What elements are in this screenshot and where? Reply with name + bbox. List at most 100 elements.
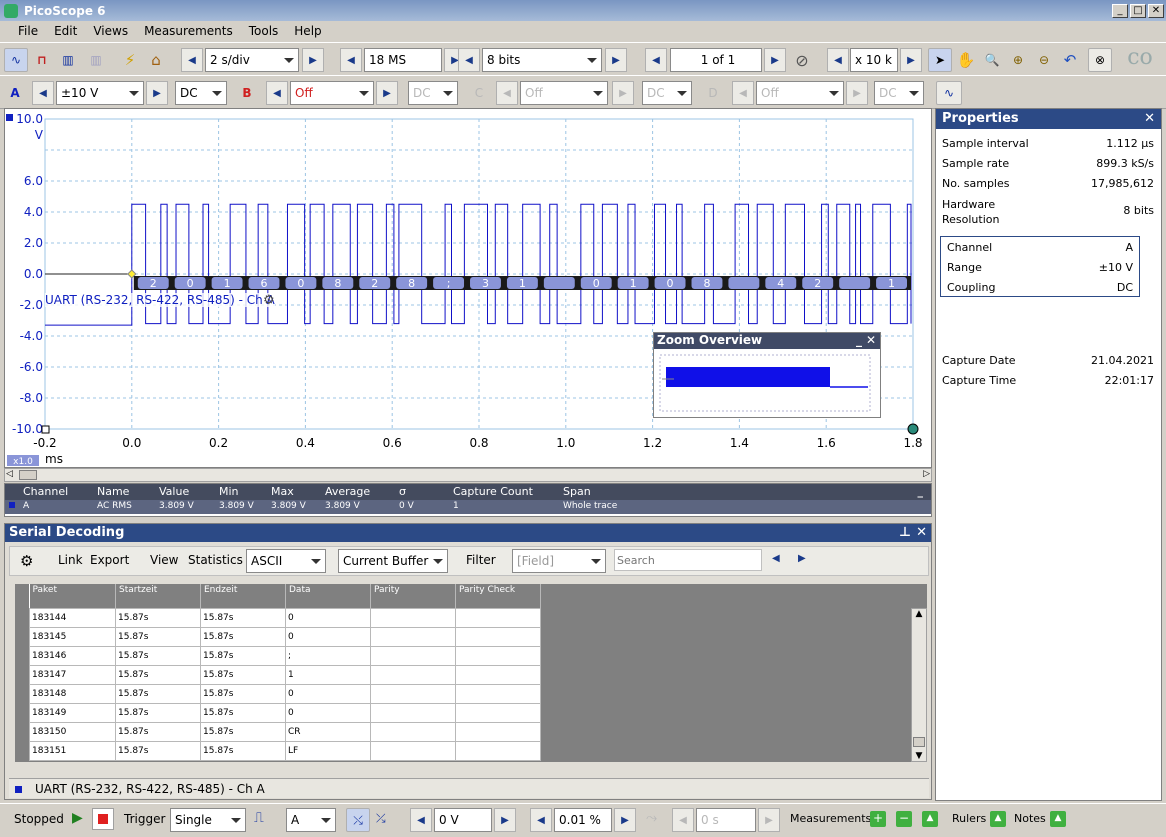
math-channels-icon[interactable]: ∿ <box>936 81 962 105</box>
chb-range-next-button[interactable]: ▶ <box>376 81 398 105</box>
channel-d-label[interactable]: D <box>702 81 724 105</box>
col-endzeit[interactable]: Endzeit <box>200 584 286 608</box>
delay-field[interactable]: 0 s <box>696 808 756 832</box>
pretrigger-next-button[interactable]: ▶ <box>614 808 636 832</box>
zoom-overview-plot[interactable] <box>654 349 880 417</box>
cha-range-select[interactable]: ±10 V <box>56 81 144 105</box>
menu-file[interactable]: File <box>10 24 46 38</box>
measurement-row[interactable]: A AC RMS 3.809 V 3.809 V 3.809 V 3.809 V… <box>5 500 931 514</box>
table-row[interactable]: 183147 15.87s 15.87s 1 <box>29 664 541 685</box>
link-button[interactable]: Link <box>58 553 83 567</box>
table-row[interactable]: 183151 15.87s 15.87s LF <box>29 740 541 761</box>
menu-views[interactable]: Views <box>85 24 136 38</box>
table-row[interactable]: 183146 15.87s 15.87s; <box>29 645 541 666</box>
chc-range-prev-button[interactable]: ◀ <box>496 81 518 105</box>
view-button[interactable]: View <box>150 553 178 567</box>
delay-prev-button[interactable]: ◀ <box>672 808 694 832</box>
zoom-in-icon[interactable]: ⊕ <box>1006 48 1030 72</box>
collapse-icon[interactable]: _ <box>918 485 924 498</box>
timebase-next-button[interactable]: ▶ <box>302 48 324 72</box>
remove-measurement-icon[interactable]: − <box>896 811 912 827</box>
home-icon[interactable]: ⌂ <box>144 48 168 72</box>
trigger-edge-icon[interactable]: ⎍ <box>254 810 264 826</box>
serial-table[interactable]: Paket Startzeit Endzeit Data Parity Pari… <box>15 584 927 762</box>
decoded-byte-box[interactable] <box>728 277 760 289</box>
search-prev-icon[interactable]: ◀ <box>772 553 780 564</box>
zoom-tool-icon[interactable]: 🔍 <box>980 48 1004 72</box>
export-button[interactable]: Export <box>90 553 129 567</box>
chd-coupling-select[interactable]: DC <box>874 81 924 105</box>
maximize-button[interactable]: □ <box>1130 3 1146 18</box>
minimize-icon[interactable]: _ <box>856 333 862 347</box>
close-icon[interactable]: ✕ <box>1144 109 1155 129</box>
scroll-left-icon[interactable]: ◁ <box>6 469 13 479</box>
channel-b-label[interactable]: B <box>236 81 258 105</box>
stop-button[interactable] <box>92 808 114 830</box>
auto-setup-icon[interactable]: ⚡ <box>118 48 142 72</box>
scope-scrollbar[interactable]: ▷ ◁ <box>4 468 932 482</box>
chd-range-select[interactable]: Off <box>756 81 844 105</box>
pin-icon[interactable]: ⊥ <box>899 524 911 542</box>
hand-tool-icon[interactable]: ✋ <box>954 48 978 72</box>
filter-button[interactable]: Filter <box>466 553 496 567</box>
settings-icon[interactable]: ⚙ <box>20 552 33 570</box>
decoder-tab[interactable]: UART (RS-232, RS-422, RS-485) - Ch A <box>9 778 929 798</box>
resolution-prev-button[interactable]: ◀ <box>458 48 480 72</box>
chd-range-prev-button[interactable]: ◀ <box>732 81 754 105</box>
pretrigger-field[interactable]: 0.01 % <box>554 808 612 832</box>
table-row[interactable]: 183149 15.87s 15.87s 0 <box>29 702 541 723</box>
falling-edge-icon[interactable]: ⤰ <box>376 811 386 826</box>
serial-scrollbar[interactable]: ▲ ▼ <box>911 608 927 762</box>
decoded-byte-box[interactable] <box>839 277 871 289</box>
scrollbar-thumb[interactable] <box>913 737 925 747</box>
chc-range-select[interactable]: Off <box>520 81 608 105</box>
scroll-right-icon[interactable]: ▷ <box>923 469 930 479</box>
pretrigger-prev-button[interactable]: ◀ <box>530 808 552 832</box>
buffer-select[interactable]: Current Buffer <box>338 549 448 573</box>
search-input[interactable] <box>614 549 762 571</box>
edit-measurement-icon[interactable]: ▲ <box>922 811 938 827</box>
chb-range-prev-button[interactable]: ◀ <box>266 81 288 105</box>
cha-range-next-button[interactable]: ▶ <box>146 81 168 105</box>
level-prev-button[interactable]: ◀ <box>410 808 432 832</box>
chc-coupling-select[interactable]: DC <box>642 81 692 105</box>
close-button[interactable]: ✕ <box>1148 3 1164 18</box>
add-measurement-icon[interactable]: + <box>870 811 886 827</box>
trigger-mode-select[interactable]: Single <box>170 808 246 832</box>
samples-prev-button[interactable]: ◀ <box>340 48 362 72</box>
menu-measurements[interactable]: Measurements <box>136 24 241 38</box>
buffer-field[interactable]: 1 of 1 <box>670 48 762 72</box>
col-data[interactable]: Data <box>285 584 371 608</box>
col-parity-check[interactable]: Parity Check <box>455 584 541 608</box>
spectrum-mode-icon[interactable]: ▥ <box>56 48 80 72</box>
menu-edit[interactable]: Edit <box>46 24 85 38</box>
timebase-prev-button[interactable]: ◀ <box>181 48 203 72</box>
zoom-field[interactable]: x 10 k <box>850 48 898 72</box>
ruler-handle[interactable] <box>907 423 919 435</box>
zoom-out-icon[interactable]: ⊖ <box>1032 48 1056 72</box>
ruler-handle[interactable] <box>41 425 50 434</box>
channel-c-label[interactable]: C <box>468 81 490 105</box>
table-row[interactable]: 183145 15.87s 15.87s 0 <box>29 626 541 647</box>
scope-mode-icon[interactable]: ∿ <box>4 48 28 72</box>
measurements-table[interactable]: Channel Name Value Min Max Average σ Cap… <box>4 483 932 517</box>
pointer-tool-icon[interactable]: ➤ <box>928 48 952 72</box>
delay-icon[interactable]: ⤳ <box>646 810 657 826</box>
col-paket[interactable]: Paket <box>29 584 116 608</box>
close-icon[interactable]: ✕ <box>916 524 927 542</box>
minimize-button[interactable]: _ <box>1112 3 1128 18</box>
table-row[interactable]: 183144 15.87s 15.87s 0 <box>29 607 541 628</box>
decoded-byte-box[interactable] <box>543 277 575 289</box>
chb-coupling-select[interactable]: DC <box>408 81 458 105</box>
search-next-icon[interactable]: ▶ <box>798 553 806 564</box>
persistence-mode-icon[interactable]: ⊓ <box>30 48 54 72</box>
trigger-source-select[interactable]: A <box>286 808 336 832</box>
chd-range-next-button[interactable]: ▶ <box>846 81 868 105</box>
buffer-prev-button[interactable]: ◀ <box>645 48 667 72</box>
compass-icon[interactable]: ⊘ <box>790 48 814 72</box>
run-icon[interactable]: ▶ <box>72 810 83 826</box>
decoder-settings-icon[interactable]: ⚙ <box>263 293 275 308</box>
notes-icon[interactable]: ▲ <box>1050 811 1066 827</box>
undo-zoom-icon[interactable]: ↶ <box>1058 48 1082 72</box>
table-row[interactable]: 183148 15.87s 15.87s 0 <box>29 683 541 704</box>
